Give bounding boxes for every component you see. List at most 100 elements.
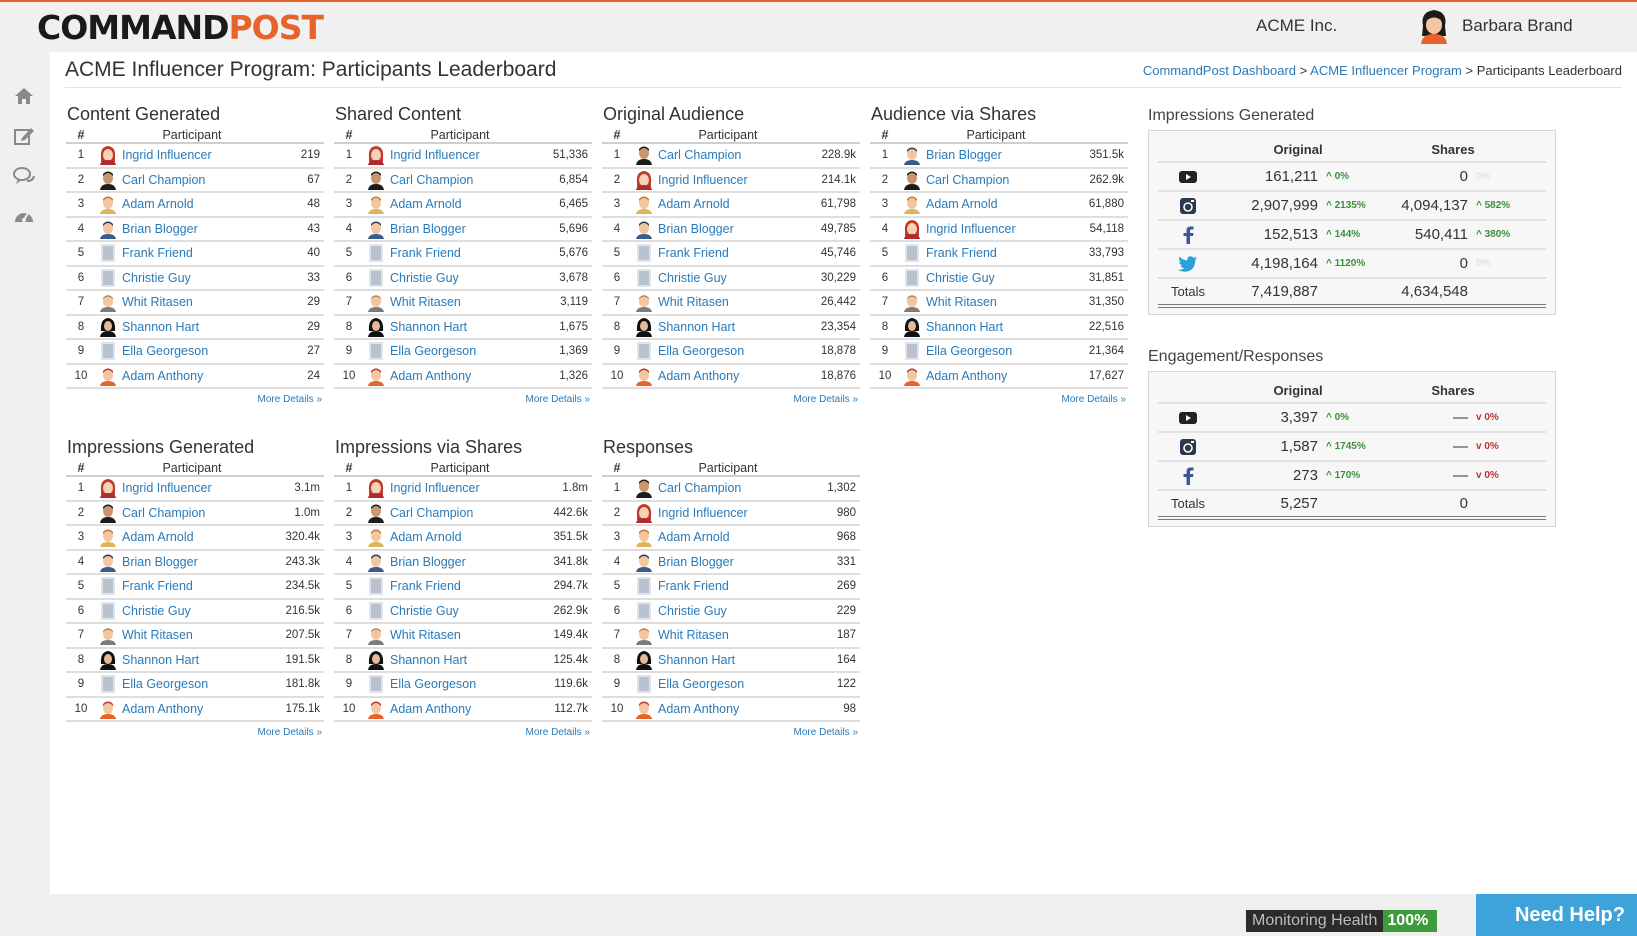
participant-name-link[interactable]: Shannon Hart — [656, 653, 800, 667]
participant-name-link[interactable]: Carl Champion — [656, 481, 800, 495]
participant-name-link[interactable]: Adam Anthony — [120, 369, 264, 383]
participant-name-link[interactable]: Adam Arnold — [656, 530, 800, 544]
participant-name-link[interactable]: Christie Guy — [656, 271, 800, 285]
participant-name-link[interactable]: Christie Guy — [924, 271, 1068, 285]
participant-name-link[interactable]: Ella Georgeson — [656, 344, 800, 358]
participant-name-link[interactable]: Carl Champion — [388, 506, 532, 520]
user-avatar[interactable] — [1416, 6, 1452, 44]
participant-name-link[interactable]: Adam Arnold — [388, 530, 532, 544]
participant-name-link[interactable]: Brian Blogger — [924, 148, 1068, 162]
participant-name-link[interactable]: Ella Georgeson — [388, 344, 532, 358]
participant-name-link[interactable]: Whit Ritasen — [120, 628, 264, 642]
participant-name-link[interactable]: Christie Guy — [656, 604, 800, 618]
more-details-link[interactable]: More Details » — [334, 722, 592, 738]
participant-name-link[interactable]: Ingrid Influencer — [120, 481, 264, 495]
participant-name-link[interactable]: Christie Guy — [120, 271, 264, 285]
participant-name-link[interactable]: Adam Arnold — [120, 530, 264, 544]
participant-name-link[interactable]: Ingrid Influencer — [120, 148, 264, 162]
need-help-button[interactable]: Need Help? — [1476, 894, 1637, 936]
chat-icon[interactable] — [13, 166, 35, 186]
participant-name-link[interactable]: Whit Ritasen — [388, 628, 532, 642]
home-icon[interactable] — [13, 86, 35, 106]
participant-name-link[interactable]: Frank Friend — [924, 246, 1068, 260]
participant-name-link[interactable]: Shannon Hart — [120, 653, 264, 667]
participant-name-link[interactable]: Adam Anthony — [656, 702, 800, 716]
participant-name-link[interactable]: Ingrid Influencer — [656, 506, 800, 520]
breadcrumb-program-link[interactable]: ACME Influencer Program — [1310, 63, 1462, 78]
leaderboard-row: 6 Christie Guy 31,851 — [870, 267, 1128, 291]
participant-name-link[interactable]: Adam Anthony — [388, 369, 532, 383]
participant-name-link[interactable]: Christie Guy — [120, 604, 264, 618]
participant-name-link[interactable]: Christie Guy — [388, 271, 532, 285]
more-details-link[interactable]: More Details » — [66, 722, 324, 738]
participant-name-link[interactable]: Ella Georgeson — [656, 677, 800, 691]
participant-name-link[interactable]: Frank Friend — [656, 579, 800, 593]
participant-name-link[interactable]: Shannon Hart — [120, 320, 264, 334]
user-name[interactable]: Barbara Brand — [1462, 16, 1573, 36]
participant-name-link[interactable]: Adam Anthony — [120, 702, 264, 716]
original-column-header: Original — [1273, 141, 1323, 157]
participant-name-link[interactable]: Brian Blogger — [120, 222, 264, 236]
monitoring-health-badge[interactable]: Monitoring Health 100% — [1246, 910, 1438, 932]
participant-name-link[interactable]: Whit Ritasen — [656, 295, 800, 309]
participant-name-link[interactable]: Ingrid Influencer — [656, 173, 800, 187]
participant-name-link[interactable]: Whit Ritasen — [924, 295, 1068, 309]
edit-icon[interactable] — [13, 126, 35, 146]
commandpost-logo[interactable]: COMMANDPOST — [37, 8, 324, 47]
leaderboard-row: 1 Brian Blogger 351.5k — [870, 144, 1128, 169]
participant-name-link[interactable]: Carl Champion — [924, 173, 1068, 187]
participant-name-link[interactable]: Frank Friend — [388, 579, 532, 593]
participant-name-link[interactable]: Whit Ritasen — [656, 628, 800, 642]
participant-name-link[interactable]: Carl Champion — [120, 506, 264, 520]
leaderboard-row: 10 Adam Anthony 112.7k — [334, 698, 592, 722]
participant-name-link[interactable]: Ella Georgeson — [388, 677, 532, 691]
more-details-link[interactable]: More Details » — [334, 389, 592, 405]
participant-name-link[interactable]: Whit Ritasen — [388, 295, 532, 309]
company-name[interactable]: ACME Inc. — [1256, 16, 1337, 36]
participant-name-link[interactable]: Ingrid Influencer — [924, 222, 1068, 236]
leaderboard-title: Impressions via Shares — [335, 437, 523, 457]
participant-avatar — [632, 551, 656, 572]
participant-name-link[interactable]: Brian Blogger — [656, 555, 800, 569]
participant-name-link[interactable]: Ingrid Influencer — [388, 481, 532, 495]
participant-name-link[interactable]: Adam Arnold — [656, 197, 800, 211]
participant-name-link[interactable]: Adam Arnold — [120, 197, 264, 211]
participant-name-link[interactable]: Frank Friend — [120, 246, 264, 260]
participant-name-link[interactable]: Carl Champion — [388, 173, 532, 187]
participant-name-link[interactable]: Shannon Hart — [656, 320, 800, 334]
participant-name-link[interactable]: Adam Arnold — [388, 197, 532, 211]
participant-name-link[interactable]: Ella Georgeson — [120, 344, 264, 358]
participant-name-link[interactable]: Ella Georgeson — [924, 344, 1068, 358]
leaderboard-row: 2 Ingrid Influencer 980 — [602, 502, 860, 526]
participant-name-link[interactable]: Brian Blogger — [656, 222, 800, 236]
more-details-link[interactable]: More Details » — [66, 389, 324, 405]
participant-name-link[interactable]: Brian Blogger — [388, 222, 532, 236]
participant-name-link[interactable]: Whit Ritasen — [120, 295, 264, 309]
participant-name-link[interactable]: Ingrid Influencer — [388, 148, 532, 162]
participant-name-link[interactable]: Adam Anthony — [656, 369, 800, 383]
participant-name-link[interactable]: Frank Friend — [120, 579, 264, 593]
logo-text-command: COMMAND — [37, 8, 229, 47]
participant-name-link[interactable]: Adam Arnold — [924, 197, 1068, 211]
breadcrumb-dashboard-link[interactable]: CommandPost Dashboard — [1143, 63, 1296, 78]
participant-name-link[interactable]: Frank Friend — [388, 246, 532, 260]
participant-name-link[interactable]: Christie Guy — [388, 604, 532, 618]
metric-value: 122 — [836, 678, 856, 691]
participant-name-link[interactable]: Shannon Hart — [924, 320, 1068, 334]
participant-name-link[interactable]: Carl Champion — [120, 173, 264, 187]
participant-name-link[interactable]: Brian Blogger — [120, 555, 264, 569]
more-details-link[interactable]: More Details » — [602, 722, 860, 738]
participant-name-link[interactable]: Brian Blogger — [388, 555, 532, 569]
participant-name-link[interactable]: Ella Georgeson — [120, 677, 264, 691]
participant-name-link[interactable]: Shannon Hart — [388, 320, 532, 334]
participant-name-link[interactable]: Carl Champion — [656, 148, 800, 162]
dashboard-icon[interactable] — [13, 206, 35, 226]
participant-name-link[interactable]: Frank Friend — [656, 246, 800, 260]
metric-value: 262.9k — [553, 604, 588, 617]
participant-name-link[interactable]: Shannon Hart — [388, 653, 532, 667]
participant-name-link[interactable]: Adam Anthony — [388, 702, 532, 716]
more-details-link[interactable]: More Details » — [602, 389, 860, 405]
participant-name-link[interactable]: Adam Anthony — [924, 369, 1068, 383]
more-details-link[interactable]: More Details » — [870, 389, 1128, 405]
leaderboard-header: # Participant — [602, 126, 860, 144]
